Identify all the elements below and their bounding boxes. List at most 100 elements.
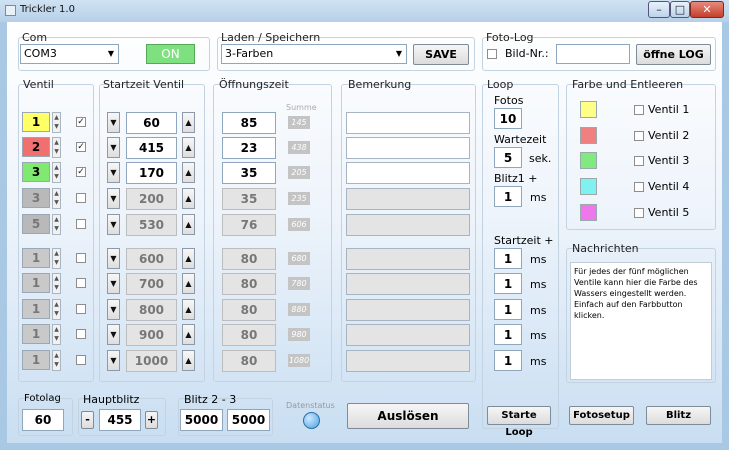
oeffnungszeit-input[interactable]: 85 [222, 112, 276, 134]
ventil-spinner[interactable]: ▲ ▼ [52, 162, 61, 183]
entleeren-checkbox[interactable] [634, 208, 644, 218]
startzeit-input[interactable]: 900 [126, 324, 177, 346]
open-log-button[interactable]: öffne LOG [636, 44, 711, 65]
ventil-spinner[interactable]: ▲ ▼ [52, 214, 61, 235]
startzeit-input[interactable]: 600 [126, 248, 177, 270]
ventil-spinner[interactable]: ▲ ▼ [52, 350, 61, 371]
loop-startzeit-input[interactable]: 1 [494, 248, 522, 269]
on-button[interactable]: ON [146, 44, 195, 64]
loop-startzeit-input[interactable]: 1 [494, 350, 522, 371]
oeffnungszeit-input[interactable]: 80 [222, 324, 276, 346]
oeffnungszeit-input[interactable]: 35 [222, 162, 276, 184]
startzeit-increase-button[interactable]: ▲ [182, 273, 195, 294]
fotolag-input[interactable]: 60 [22, 409, 64, 431]
oeffnungszeit-input[interactable]: 80 [222, 273, 276, 295]
ventil-number-button[interactable]: 5 [22, 214, 50, 234]
startzeit-input[interactable]: 60 [126, 112, 177, 134]
ventil-checkbox[interactable]: ✓ [76, 117, 86, 127]
startzeit-input[interactable]: 415 [126, 137, 177, 159]
entleeren-checkbox[interactable] [634, 131, 644, 141]
blitz1-input[interactable]: 1 [494, 186, 522, 207]
startzeit-increase-button[interactable]: ▲ [182, 214, 195, 235]
startzeit-decrease-button[interactable]: ▼ [107, 137, 120, 158]
ventil-spinner[interactable]: ▲ ▼ [52, 137, 61, 158]
bild-nr-input[interactable] [556, 44, 630, 64]
com-port-select[interactable]: COM3 ▼ [20, 44, 119, 64]
startzeit-input[interactable]: 700 [126, 273, 177, 295]
oeffnungszeit-input[interactable]: 80 [222, 248, 276, 270]
oeffnungszeit-input[interactable]: 23 [222, 137, 276, 159]
startzeit-decrease-button[interactable]: ▼ [107, 112, 120, 133]
startzeit-decrease-button[interactable]: ▼ [107, 162, 120, 183]
bemerkung-input[interactable] [346, 214, 470, 236]
startzeit-increase-button[interactable]: ▲ [182, 137, 195, 158]
startzeit-increase-button[interactable]: ▲ [182, 350, 195, 371]
loop-startzeit-input[interactable]: 1 [494, 273, 522, 294]
loop-startzeit-input[interactable]: 1 [494, 324, 522, 345]
oeffnungszeit-input[interactable]: 35 [222, 188, 276, 210]
startzeit-input[interactable]: 1000 [126, 350, 177, 372]
close-button[interactable]: ✕ [690, 1, 724, 18]
ventil-number-button[interactable]: 1 [22, 112, 50, 132]
oeffnungszeit-input[interactable]: 76 [222, 214, 276, 236]
ventil-checkbox[interactable] [76, 329, 86, 339]
ventil-number-button[interactable]: 1 [22, 299, 50, 319]
save-button[interactable]: SAVE [413, 44, 469, 65]
fotos-input[interactable]: 10 [494, 108, 522, 129]
ventil-number-button[interactable]: 1 [22, 324, 50, 344]
blitz2-input[interactable]: 5000 [180, 409, 223, 431]
startzeit-decrease-button[interactable]: ▼ [107, 324, 120, 345]
ventil-number-button[interactable]: 1 [22, 248, 50, 268]
oeffnungszeit-input[interactable]: 80 [222, 299, 276, 321]
bemerkung-input[interactable] [346, 112, 470, 134]
farbe-color-button[interactable] [580, 178, 597, 195]
startzeit-decrease-button[interactable]: ▼ [107, 299, 120, 320]
startzeit-increase-button[interactable]: ▲ [182, 324, 195, 345]
ventil-spinner[interactable]: ▲ ▼ [52, 112, 61, 133]
startzeit-input[interactable]: 800 [126, 299, 177, 321]
bemerkung-input[interactable] [346, 188, 470, 210]
bild-nr-checkbox[interactable] [487, 49, 497, 59]
startzeit-increase-button[interactable]: ▲ [182, 248, 195, 269]
startzeit-decrease-button[interactable]: ▼ [107, 214, 120, 235]
startzeit-input[interactable]: 530 [126, 214, 177, 236]
startzeit-decrease-button[interactable]: ▼ [107, 248, 120, 269]
blitz-button[interactable]: Blitz [646, 406, 711, 425]
startzeit-decrease-button[interactable]: ▼ [107, 273, 120, 294]
entleeren-checkbox[interactable] [634, 105, 644, 115]
blitz3-input[interactable]: 5000 [227, 409, 270, 431]
startzeit-input[interactable]: 170 [126, 162, 177, 184]
fotosetup-button[interactable]: Fotosetup [569, 406, 634, 425]
startzeit-increase-button[interactable]: ▲ [182, 162, 195, 183]
wartezeit-input[interactable]: 5 [494, 147, 522, 168]
bemerkung-input[interactable] [346, 137, 470, 159]
startzeit-decrease-button[interactable]: ▼ [107, 350, 120, 371]
farbe-color-button[interactable] [580, 127, 597, 144]
maximize-button[interactable]: □ [670, 1, 690, 18]
startzeit-input[interactable]: 200 [126, 188, 177, 210]
ventil-spinner[interactable]: ▲ ▼ [52, 299, 61, 320]
startzeit-increase-button[interactable]: ▲ [182, 188, 195, 209]
ventil-spinner[interactable]: ▲ ▼ [52, 324, 61, 345]
ventil-number-button[interactable]: 3 [22, 162, 50, 182]
minimize-button[interactable]: – [648, 1, 670, 18]
ventil-number-button[interactable]: 3 [22, 188, 50, 208]
ventil-spinner[interactable]: ▲ ▼ [52, 188, 61, 209]
ventil-spinner[interactable]: ▲ ▼ [52, 248, 61, 269]
farbe-color-button[interactable] [580, 204, 597, 221]
entleeren-checkbox[interactable] [634, 182, 644, 192]
ventil-checkbox[interactable] [76, 193, 86, 203]
oeffnungszeit-input[interactable]: 80 [222, 350, 276, 372]
hauptblitz-plus-button[interactable]: + [145, 411, 158, 429]
ventil-checkbox[interactable]: ✓ [76, 167, 86, 177]
ventil-checkbox[interactable] [76, 304, 86, 314]
ventil-checkbox[interactable] [76, 278, 86, 288]
ventil-number-button[interactable]: 2 [22, 137, 50, 157]
hauptblitz-minus-button[interactable]: - [81, 411, 94, 429]
ventil-checkbox[interactable]: ✓ [76, 142, 86, 152]
bemerkung-input[interactable] [346, 248, 470, 270]
starte-loop-button[interactable]: Starte Loop [487, 406, 551, 438]
bemerkung-input[interactable] [346, 299, 470, 321]
bemerkung-input[interactable] [346, 162, 470, 184]
bemerkung-input[interactable] [346, 273, 470, 295]
